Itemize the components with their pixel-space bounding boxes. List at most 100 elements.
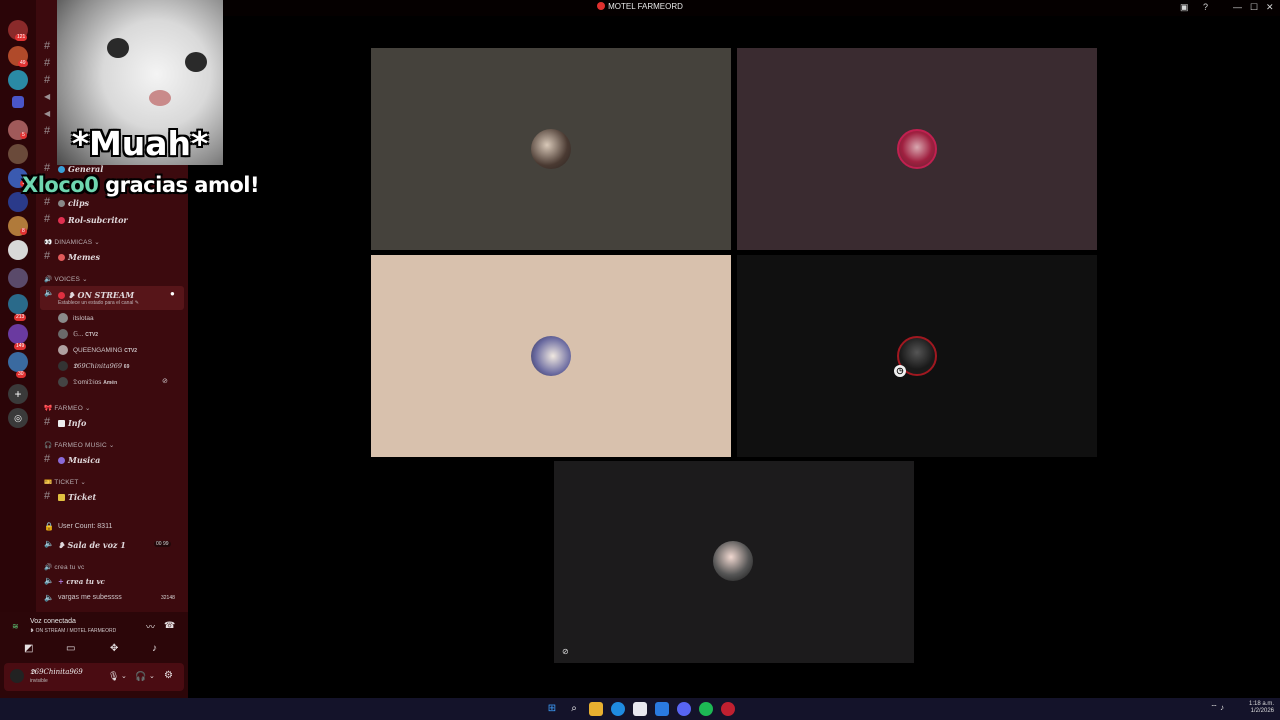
voice-member[interactable]: 𝕯69Chinita969 69: [58, 361, 129, 373]
spotify-icon[interactable]: [699, 702, 713, 716]
category-voices[interactable]: 🔊 VOICES ⌄: [44, 275, 88, 283]
user-panel[interactable]: 𝕯69Chinita969 invisible 🎙 ⌄ 🎧 ⌄ ⚙: [4, 663, 184, 691]
user-count-channel[interactable]: User Count: 8311: [58, 523, 112, 530]
channel-clips[interactable]: # clips: [36, 196, 188, 210]
channel-name: Musica: [68, 455, 101, 465]
channel-status-text[interactable]: Establece un estado para el canal ✎: [58, 300, 139, 306]
video-tile[interactable]: ◷: [737, 255, 1097, 457]
member-tag: CTV2: [85, 332, 99, 338]
category-farmeo-music[interactable]: 🎧 FARMEO MUSIC ⌄: [44, 441, 115, 449]
server-icon[interactable]: [8, 144, 28, 164]
screenshare-icon[interactable]: ▭: [66, 643, 75, 654]
server-icon[interactable]: [8, 324, 28, 344]
discover-icon[interactable]: ◎: [8, 408, 28, 428]
maximize-button[interactable]: ☐: [1250, 2, 1258, 12]
category-dinamicas[interactable]: 👀 DINAMICAS ⌄: [44, 238, 100, 246]
overlay-username: Xloco0: [22, 173, 99, 197]
channel-name: Ticket: [68, 492, 97, 502]
edge-icon[interactable]: [611, 702, 625, 716]
system-tray[interactable]: 1:18 a.m. 1/2/2026: [1249, 701, 1274, 715]
username: 𝕯69Chinita969: [30, 668, 83, 676]
cat-eye: [185, 52, 207, 72]
mail-icon[interactable]: [655, 702, 669, 716]
mic-icon[interactable]: 🎙: [108, 671, 119, 682]
video-tile[interactable]: [737, 48, 1097, 250]
video-tile[interactable]: [371, 48, 731, 250]
voice-member[interactable]: 𝔇omi𝔇ios Amén ⊘: [58, 377, 168, 389]
channel-crea-tu-vc[interactable]: + crea tu vc: [36, 575, 188, 589]
avatar[interactable]: [531, 129, 571, 169]
discord-icon[interactable]: [677, 702, 691, 716]
add-server-icon[interactable]: +: [8, 384, 28, 404]
windows-start-icon[interactable]: ⊞: [545, 702, 559, 716]
voice-channel-link[interactable]: ❥ ON STREAM / MOTEL FARMEORD: [30, 628, 116, 634]
camera-emoji-icon: [58, 200, 65, 207]
channel-sala-de-voz[interactable]: ❥ Sala de voz 1 00 99: [36, 538, 188, 552]
category-crea-tu-vc[interactable]: 🔊 crea tu vc: [44, 563, 85, 571]
server-icon[interactable]: [8, 294, 28, 314]
soundboard-icon[interactable]: ♪: [152, 643, 157, 654]
speaker-icon: 🔊: [44, 564, 55, 571]
channel-vargas[interactable]: vargas me subessss: [58, 594, 122, 601]
channel-name: Rol-subcritor: [68, 215, 128, 225]
voice-member[interactable]: itslotaa: [58, 313, 94, 325]
chevron-down-icon[interactable]: ⌄: [149, 672, 155, 680]
muted-icon: ⊘: [162, 378, 168, 385]
avatar[interactable]: [531, 336, 571, 376]
file-explorer-icon[interactable]: [589, 702, 603, 716]
channel-musica[interactable]: # Musica: [36, 453, 188, 467]
lock-icon: 🔒: [44, 522, 54, 531]
cat-eye: [107, 38, 129, 58]
speaker-icon: 🔈: [44, 593, 54, 602]
server-icon[interactable]: [8, 352, 28, 372]
category-ticket[interactable]: 🎫 TICKET ⌄: [44, 478, 86, 486]
avatar[interactable]: [713, 541, 753, 581]
server-icon[interactable]: [8, 268, 28, 288]
store-icon[interactable]: [633, 702, 647, 716]
avatar[interactable]: [10, 669, 24, 683]
video-tile[interactable]: ⊘: [554, 461, 914, 663]
camera-icon[interactable]: ◩: [24, 643, 33, 654]
channel-memes[interactable]: # Memes: [36, 250, 188, 264]
headphones-icon[interactable]: 🎧: [135, 671, 146, 682]
hash-icon: #: [44, 453, 51, 465]
member-name: QUEENGAMING: [73, 347, 123, 354]
avatar[interactable]: [897, 129, 937, 169]
ticket-icon: [58, 494, 65, 501]
settings-icon[interactable]: ⚙: [164, 670, 173, 681]
help-icon[interactable]: ?: [1203, 2, 1208, 12]
mention-badge: 8: [20, 228, 27, 235]
voice-member[interactable]: 𝔾... CTV2: [58, 329, 98, 341]
member-name: itslotaa: [73, 315, 94, 322]
signal-icon[interactable]: ≋: [12, 622, 19, 631]
noise-suppression-icon[interactable]: 〰: [146, 620, 155, 633]
chevron-down-icon[interactable]: ⌄: [121, 672, 127, 680]
announcement-icon: ◀: [44, 109, 51, 118]
app-icon[interactable]: [721, 702, 735, 716]
video-tile[interactable]: [371, 255, 731, 457]
channel-ticket[interactable]: # Ticket: [36, 490, 188, 504]
avatar: [58, 313, 68, 323]
inbox-icon[interactable]: ▣: [1180, 2, 1189, 12]
search-icon[interactable]: ⌕: [567, 702, 581, 716]
server-icon[interactable]: [8, 240, 28, 260]
voice-member[interactable]: QUEENGAMING CTV2: [58, 345, 137, 357]
category-label: TICKET: [54, 479, 79, 486]
network-icon[interactable]: ⌔ ♪: [1210, 703, 1224, 713]
user-limit-badge: 32148: [161, 595, 175, 601]
overlay-message: Xloco0 gracias amol!: [22, 173, 260, 197]
user-status: invisible: [30, 678, 48, 684]
folder-icon[interactable]: [12, 96, 24, 108]
close-button[interactable]: ✕: [1266, 2, 1274, 12]
server-icon[interactable]: [8, 70, 28, 90]
activity-icon[interactable]: ✥: [110, 643, 118, 654]
category-farmeo[interactable]: 🎀 FARMEO ⌄: [44, 404, 91, 412]
heart-emoji-icon: [58, 217, 65, 224]
channel-info[interactable]: # Info: [36, 416, 188, 430]
channel-rol-subcritor[interactable]: # Rol-subcritor: [36, 213, 188, 227]
category-emoji-icon: 🎀: [44, 405, 55, 412]
chat-icon[interactable]: ●: [170, 289, 175, 298]
minimize-button[interactable]: —: [1233, 2, 1242, 12]
disconnect-icon[interactable]: ☎: [164, 620, 175, 631]
overlay-caption: *Muah*: [71, 124, 209, 163]
